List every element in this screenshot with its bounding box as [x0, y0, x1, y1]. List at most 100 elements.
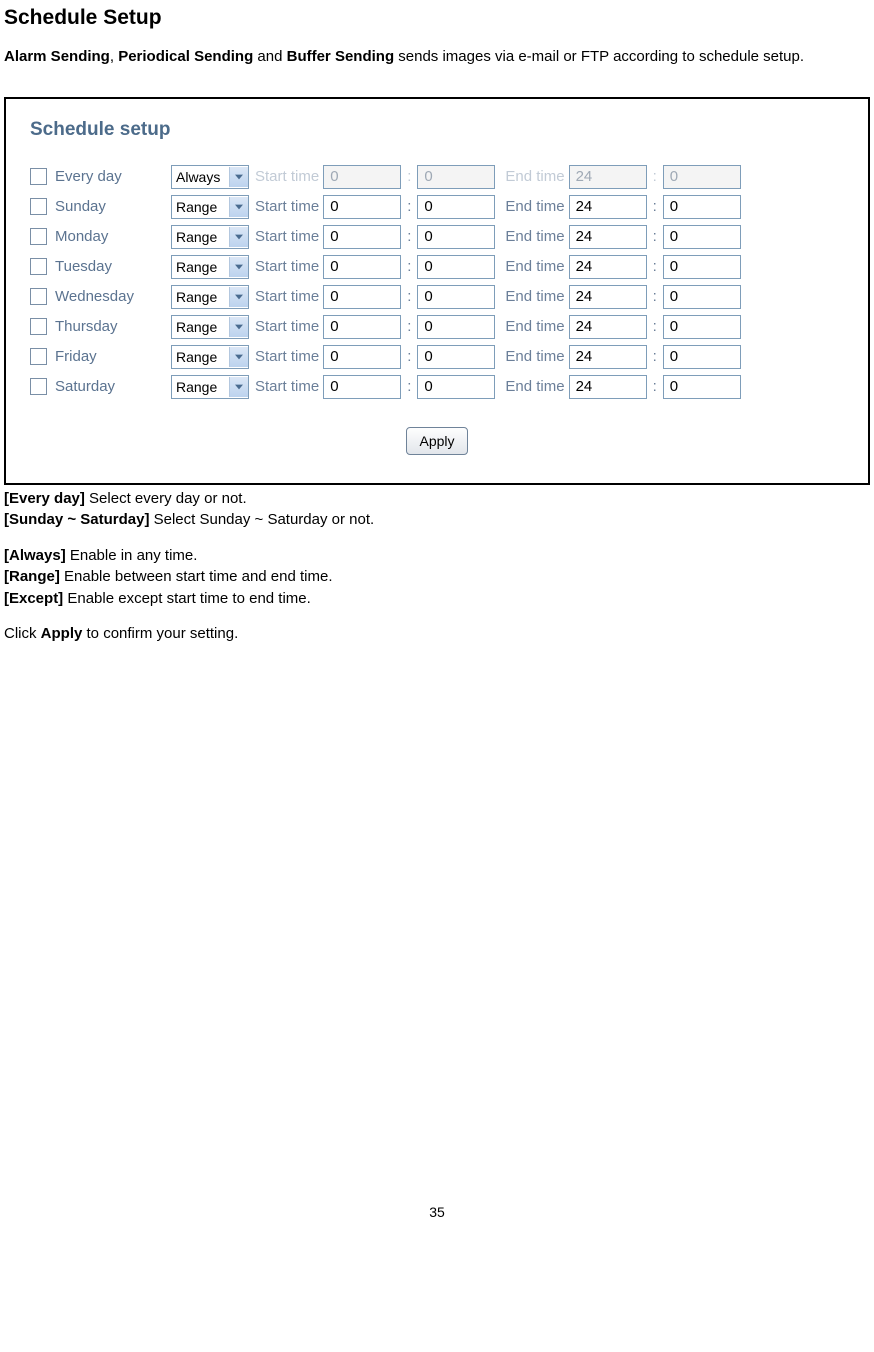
def-always-text: Enable in any time. — [66, 547, 198, 564]
end-time-label: End time — [505, 228, 564, 245]
time-colon: : — [407, 348, 411, 365]
intro-bold-3: Buffer Sending — [287, 48, 395, 65]
end-minute-input[interactable]: 0 — [663, 315, 741, 339]
end-minute-input[interactable]: 0 — [663, 225, 741, 249]
intro-text-1: , — [110, 48, 118, 65]
chevron-down-icon — [229, 197, 248, 217]
start-minute-input[interactable]: 0 — [417, 375, 495, 399]
start-hour-input[interactable]: 0 — [323, 285, 401, 309]
intro-paragraph: Alarm Sending, Periodical Sending and Bu… — [4, 48, 870, 67]
start-time-label: Start time — [255, 228, 319, 245]
start-hour-input[interactable]: 0 — [323, 165, 401, 189]
end-hour-input[interactable]: 24 — [569, 375, 647, 399]
start-hour-input[interactable]: 0 — [323, 225, 401, 249]
end-time-label: End time — [505, 318, 564, 335]
time-colon: : — [407, 168, 411, 185]
start-minute-input[interactable]: 0 — [417, 165, 495, 189]
start-hour-input[interactable]: 0 — [323, 375, 401, 399]
mode-select[interactable]: Range — [171, 345, 249, 369]
intro-text-3: sends images via e-mail or FTP according… — [394, 48, 804, 65]
schedule-row: WednesdayRangeStart time0:0End time24:0 — [30, 285, 844, 309]
mode-select-value: Range — [172, 229, 229, 245]
def-except-term: [Except] — [4, 590, 63, 607]
def-range-text: Enable between start time and end time. — [60, 568, 333, 585]
schedule-row: MondayRangeStart time0:0End time24:0 — [30, 225, 844, 249]
end-hour-input[interactable]: 24 — [569, 195, 647, 219]
mode-select-value: Range — [172, 289, 229, 305]
start-minute-input[interactable]: 0 — [417, 225, 495, 249]
mode-select-value: Range — [172, 379, 229, 395]
start-minute-input[interactable]: 0 — [417, 345, 495, 369]
day-label: Friday — [55, 348, 171, 365]
day-checkbox[interactable] — [30, 198, 47, 215]
mode-select-value: Always — [172, 169, 229, 185]
time-colon: : — [407, 288, 411, 305]
end-hour-input[interactable]: 24 — [569, 345, 647, 369]
time-colon: : — [653, 168, 657, 185]
mode-select[interactable]: Range — [171, 375, 249, 399]
start-minute-input[interactable]: 0 — [417, 195, 495, 219]
mode-select[interactable]: Always — [171, 165, 249, 189]
mode-select[interactable]: Range — [171, 315, 249, 339]
def-apply-text-a: Click — [4, 625, 41, 642]
chevron-down-icon — [229, 257, 248, 277]
start-minute-input[interactable]: 0 — [417, 285, 495, 309]
time-colon: : — [653, 318, 657, 335]
def-days-term: [Sunday ~ Saturday] — [4, 511, 149, 528]
end-hour-input[interactable]: 24 — [569, 255, 647, 279]
start-hour-input[interactable]: 0 — [323, 255, 401, 279]
start-minute-input[interactable]: 0 — [417, 315, 495, 339]
end-hour-input[interactable]: 24 — [569, 315, 647, 339]
end-time-label: End time — [505, 378, 564, 395]
day-checkbox[interactable] — [30, 378, 47, 395]
start-time-label: Start time — [255, 348, 319, 365]
day-label: Every day — [55, 168, 171, 185]
time-colon: : — [653, 378, 657, 395]
end-time-label: End time — [505, 198, 564, 215]
page-title: Schedule Setup — [4, 6, 870, 30]
def-apply-text-c: to confirm your setting. — [82, 625, 238, 642]
time-colon: : — [407, 198, 411, 215]
day-checkbox[interactable] — [30, 348, 47, 365]
chevron-down-icon — [229, 347, 248, 367]
mode-select[interactable]: Range — [171, 195, 249, 219]
start-time-label: Start time — [255, 168, 319, 185]
mode-select[interactable]: Range — [171, 255, 249, 279]
end-minute-input[interactable]: 0 — [663, 285, 741, 309]
mode-select[interactable]: Range — [171, 225, 249, 249]
time-colon: : — [407, 318, 411, 335]
start-hour-input[interactable]: 0 — [323, 345, 401, 369]
day-checkbox[interactable] — [30, 258, 47, 275]
end-minute-input[interactable]: 0 — [663, 255, 741, 279]
end-hour-input[interactable]: 24 — [569, 225, 647, 249]
end-hour-input[interactable]: 24 — [569, 285, 647, 309]
schedule-row: SundayRangeStart time0:0End time24:0 — [30, 195, 844, 219]
mode-select[interactable]: Range — [171, 285, 249, 309]
day-label: Monday — [55, 228, 171, 245]
end-minute-input[interactable]: 0 — [663, 375, 741, 399]
end-minute-input[interactable]: 0 — [663, 195, 741, 219]
definitions: [Every day] Select every day or not. [Su… — [4, 489, 870, 644]
time-colon: : — [653, 258, 657, 275]
schedule-row: SaturdayRangeStart time0:0End time24:0 — [30, 375, 844, 399]
end-minute-input[interactable]: 0 — [663, 165, 741, 189]
time-colon: : — [653, 198, 657, 215]
end-hour-input[interactable]: 24 — [569, 165, 647, 189]
mode-select-value: Range — [172, 199, 229, 215]
apply-button[interactable]: Apply — [406, 427, 467, 455]
start-hour-input[interactable]: 0 — [323, 315, 401, 339]
def-everyday-term: [Every day] — [4, 490, 85, 507]
schedule-row: Every dayAlwaysStart time0:0End time24:0 — [30, 165, 844, 189]
end-minute-input[interactable]: 0 — [663, 345, 741, 369]
intro-bold-1: Alarm Sending — [4, 48, 110, 65]
start-hour-input[interactable]: 0 — [323, 195, 401, 219]
time-colon: : — [653, 228, 657, 245]
start-minute-input[interactable]: 0 — [417, 255, 495, 279]
end-time-label: End time — [505, 348, 564, 365]
day-checkbox[interactable] — [30, 228, 47, 245]
day-checkbox[interactable] — [30, 318, 47, 335]
day-checkbox[interactable] — [30, 288, 47, 305]
chevron-down-icon — [229, 377, 248, 397]
def-days-text: Select Sunday ~ Saturday or not. — [149, 511, 374, 528]
day-checkbox[interactable] — [30, 168, 47, 185]
